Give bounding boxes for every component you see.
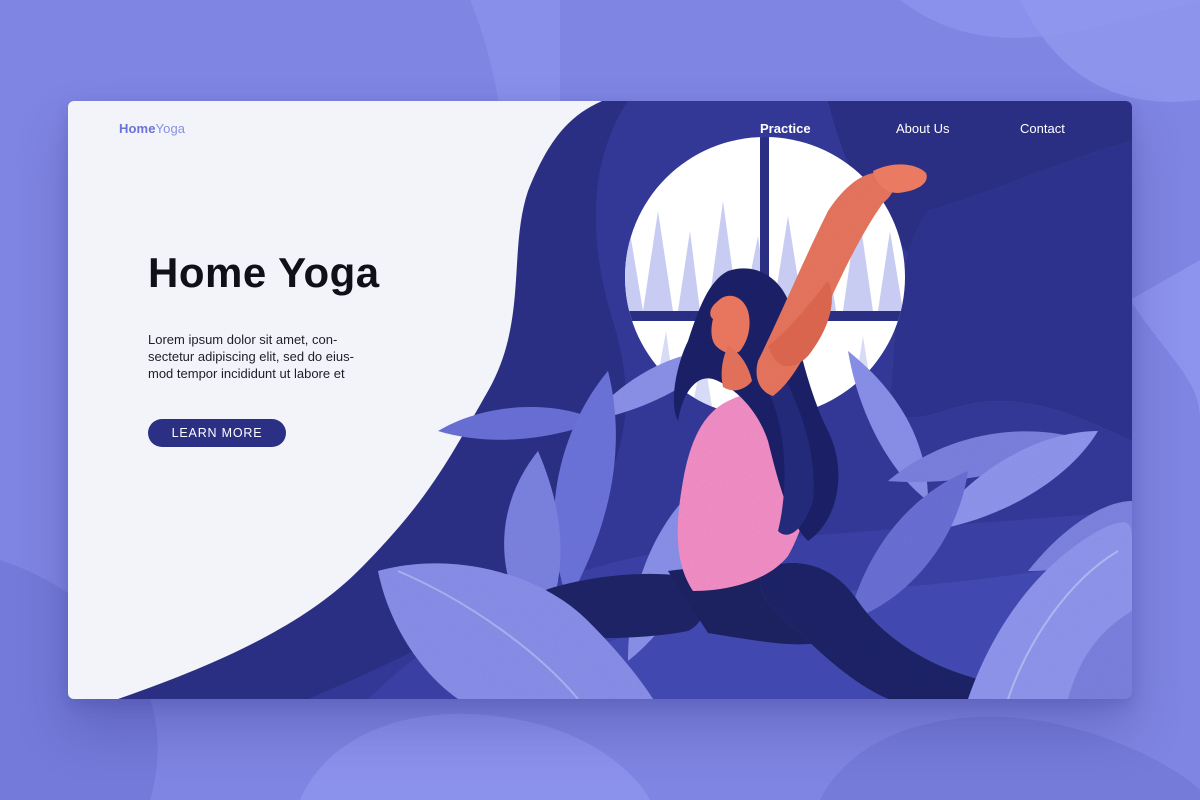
hero-description-line: Lorem ipsum dolor sit amet, con- [148,332,338,347]
main-nav: Practice About Us Contact [760,121,1076,137]
logo-word-yoga: Yoga [155,121,186,136]
hero-description: Lorem ipsum dolor sit amet, con- sectetu… [148,331,408,382]
landing-card: HomeYoga Practice About Us Contact Home … [68,101,1132,699]
learn-more-button[interactable]: LEARN MORE [148,419,286,447]
logo-word-home: Home [119,121,156,136]
hero-description-line: mod tempor incididunt ut labore et [148,366,345,381]
nav-item-practice[interactable]: Practice [760,121,811,137]
nav-item-about-us[interactable]: About Us [896,121,949,137]
page-background: HomeYoga Practice About Us Contact Home … [0,0,1200,800]
yoga-illustration [118,101,1132,699]
hero-description-line: sectetur adipiscing elit, sed do eius- [148,349,354,364]
brand-logo[interactable]: HomeYoga [119,121,185,137]
hero-title: Home Yoga [148,249,380,296]
nav-item-contact[interactable]: Contact [1020,121,1065,137]
